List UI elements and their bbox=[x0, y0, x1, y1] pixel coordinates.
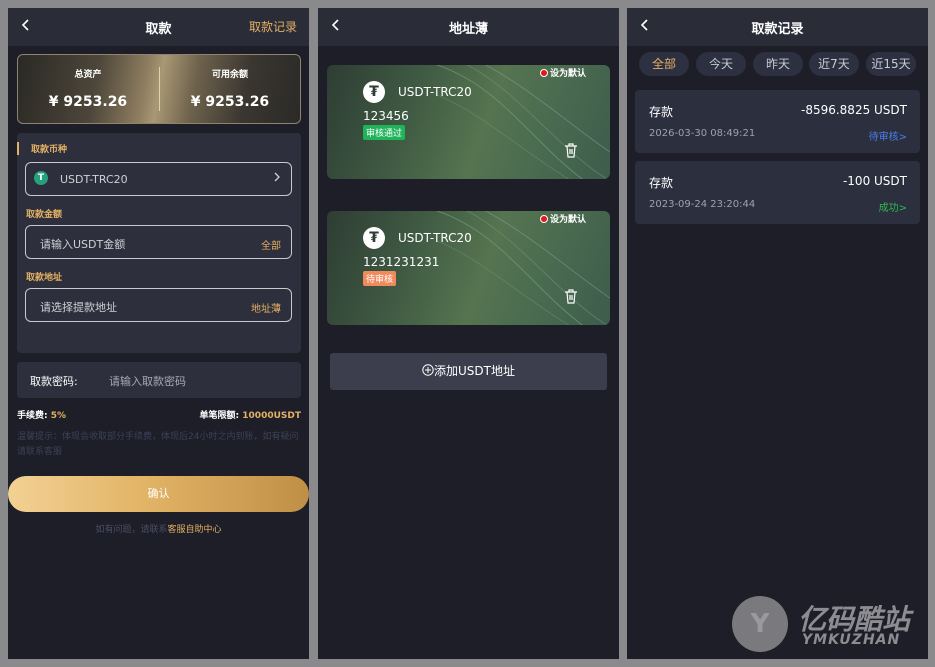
amount-input[interactable]: 请输入USDT金额 全部 bbox=[25, 225, 292, 259]
set-default-label: 设为默认 bbox=[549, 69, 586, 79]
default-radio-icon bbox=[539, 69, 548, 77]
address-select[interactable]: 请选择提款地址 地址薄 bbox=[25, 288, 292, 322]
page-title: 取款记录 bbox=[751, 22, 804, 37]
help-text: 如有问题，请联系客服自助中心 bbox=[8, 522, 309, 535]
record-item[interactable]: 存款 -100 USDT 2023-09-24 23:20:44 成功> bbox=[635, 161, 920, 224]
withdraw-records-link[interactable]: 取款记录 bbox=[249, 18, 297, 35]
add-address-label: 添加USDT地址 bbox=[434, 364, 515, 378]
fee-label: 手续费: bbox=[17, 411, 48, 421]
card-address: 123456 bbox=[363, 109, 409, 123]
page-title: 地址薄 bbox=[448, 22, 488, 37]
fee-row: 手续费: 5% 单笔限额: 10000USDT bbox=[17, 408, 301, 422]
status-badge: 待审核 bbox=[363, 271, 397, 286]
record-amount: -8596.8825 USDT bbox=[800, 103, 907, 117]
filter-7days[interactable]: 近7天 bbox=[809, 52, 859, 76]
set-default-toggle[interactable]: 设为默认 bbox=[539, 66, 586, 79]
available-balance-label: 可用余额 bbox=[211, 70, 248, 80]
record-status[interactable]: 待审核> bbox=[869, 128, 907, 143]
address-book-link[interactable]: 地址薄 bbox=[251, 300, 281, 315]
address-book-screen: 地址薄 设为默认 ₮ USDT-TRC20 123456 审核通过 设为默认 ₮… bbox=[318, 8, 619, 659]
tether-icon: ₮ bbox=[363, 227, 385, 249]
card-address: 1231231231 bbox=[363, 255, 440, 269]
total-assets-value: ¥ 9253.26 bbox=[48, 94, 128, 110]
record-date: 2026-03-30 08:49:21 bbox=[649, 128, 756, 139]
default-radio-icon bbox=[539, 215, 548, 223]
chevron-right-icon bbox=[273, 170, 281, 188]
address-label: 取款地址 bbox=[26, 273, 63, 283]
fee-value: 5% bbox=[50, 411, 67, 421]
set-default-toggle[interactable]: 设为默认 bbox=[539, 212, 586, 225]
limit-label: 单笔限额: bbox=[199, 411, 240, 421]
header: 地址薄 bbox=[318, 8, 619, 46]
tether-icon: T bbox=[34, 171, 48, 185]
record-date: 2023-09-24 23:20:44 bbox=[649, 199, 756, 210]
fee-info: 手续费: 5% bbox=[17, 408, 66, 421]
confirm-button[interactable]: 确认 bbox=[8, 476, 309, 512]
available-balance: 可用余额 ¥ 9253.26 bbox=[160, 67, 300, 110]
record-type: 存款 bbox=[649, 176, 674, 190]
password-placeholder: 请输入取款密码 bbox=[109, 375, 186, 388]
wave-decoration bbox=[437, 211, 610, 325]
watermark-logo: Y 亿码酷站 YMKUZHAN bbox=[732, 596, 922, 652]
address-card[interactable]: 设为默认 ₮ USDT-TRC20 123456 审核通过 bbox=[327, 65, 610, 179]
card-network: USDT-TRC20 bbox=[398, 231, 472, 245]
available-balance-value: ¥ 9253.26 bbox=[190, 94, 270, 110]
password-label: 取款密码: bbox=[30, 375, 78, 388]
set-default-label: 设为默认 bbox=[549, 215, 586, 225]
password-field[interactable]: 取款密码: 请输入取款密码 bbox=[17, 362, 301, 398]
total-assets: 总资产 ¥ 9253.26 bbox=[18, 67, 158, 110]
withdraw-records-screen: 取款记录 全部 今天 昨天 近7天 近15天 存款 -8596.8825 USD… bbox=[627, 8, 928, 659]
amount-all-button[interactable]: 全部 bbox=[261, 237, 281, 252]
header: 取款 取款记录 bbox=[8, 8, 309, 46]
record-amount: -100 USDT bbox=[842, 174, 907, 188]
withdraw-form: 取款币种 T USDT-TRC20 取款金额 请输入USDT金额 全部 取款地址… bbox=[17, 133, 301, 353]
currency-value: USDT-TRC20 bbox=[60, 173, 128, 186]
trash-icon[interactable] bbox=[562, 287, 580, 305]
card-network: USDT-TRC20 bbox=[398, 85, 472, 99]
filter-yesterday[interactable]: 昨天 bbox=[753, 52, 803, 76]
limit-info: 单笔限额: 10000USDT bbox=[200, 408, 301, 421]
filter-all[interactable]: 全部 bbox=[639, 52, 689, 76]
filter-today[interactable]: 今天 bbox=[696, 52, 746, 76]
wave-decoration bbox=[437, 65, 610, 179]
asset-card: 总资产 ¥ 9253.26 可用余额 ¥ 9253.26 bbox=[17, 54, 301, 124]
help-center-link[interactable]: 客服自助中心 bbox=[168, 525, 222, 535]
filter-15days[interactable]: 近15天 bbox=[866, 52, 916, 76]
currency-select[interactable]: T USDT-TRC20 bbox=[25, 162, 292, 196]
header: 取款记录 bbox=[627, 8, 928, 46]
record-item[interactable]: 存款 -8596.8825 USDT 2026-03-30 08:49:21 待… bbox=[635, 90, 920, 153]
add-address-button[interactable]: 添加USDT地址 bbox=[330, 353, 607, 390]
currency-label: 取款币种 bbox=[17, 142, 67, 155]
limit-value: 10000USDT bbox=[242, 411, 301, 421]
help-prefix: 如有问题，请联系 bbox=[95, 525, 168, 535]
trash-icon[interactable] bbox=[562, 141, 580, 159]
record-status[interactable]: 成功> bbox=[879, 199, 907, 214]
tether-icon: ₮ bbox=[363, 81, 385, 103]
address-card[interactable]: 设为默认 ₮ USDT-TRC20 1231231231 待审核 bbox=[327, 211, 610, 325]
plus-circle-icon bbox=[422, 364, 434, 378]
record-type: 存款 bbox=[649, 105, 674, 119]
warm-tip: 温馨提示：体现会收取部分手续费，体现后24小时之内到账，如有疑问请联系客服 bbox=[17, 432, 299, 457]
watermark-en: YMKUZHAN bbox=[802, 632, 901, 648]
amount-label: 取款金额 bbox=[26, 210, 63, 220]
address-placeholder: 请选择提款地址 bbox=[40, 301, 117, 314]
total-assets-label: 总资产 bbox=[74, 70, 102, 80]
watermark-icon: Y bbox=[732, 596, 788, 652]
withdraw-screen: 取款 取款记录 总资产 ¥ 9253.26 可用余额 ¥ 9253.26 取款币… bbox=[8, 8, 309, 659]
status-badge: 审核通过 bbox=[363, 125, 406, 140]
amount-placeholder: 请输入USDT金额 bbox=[40, 238, 126, 251]
